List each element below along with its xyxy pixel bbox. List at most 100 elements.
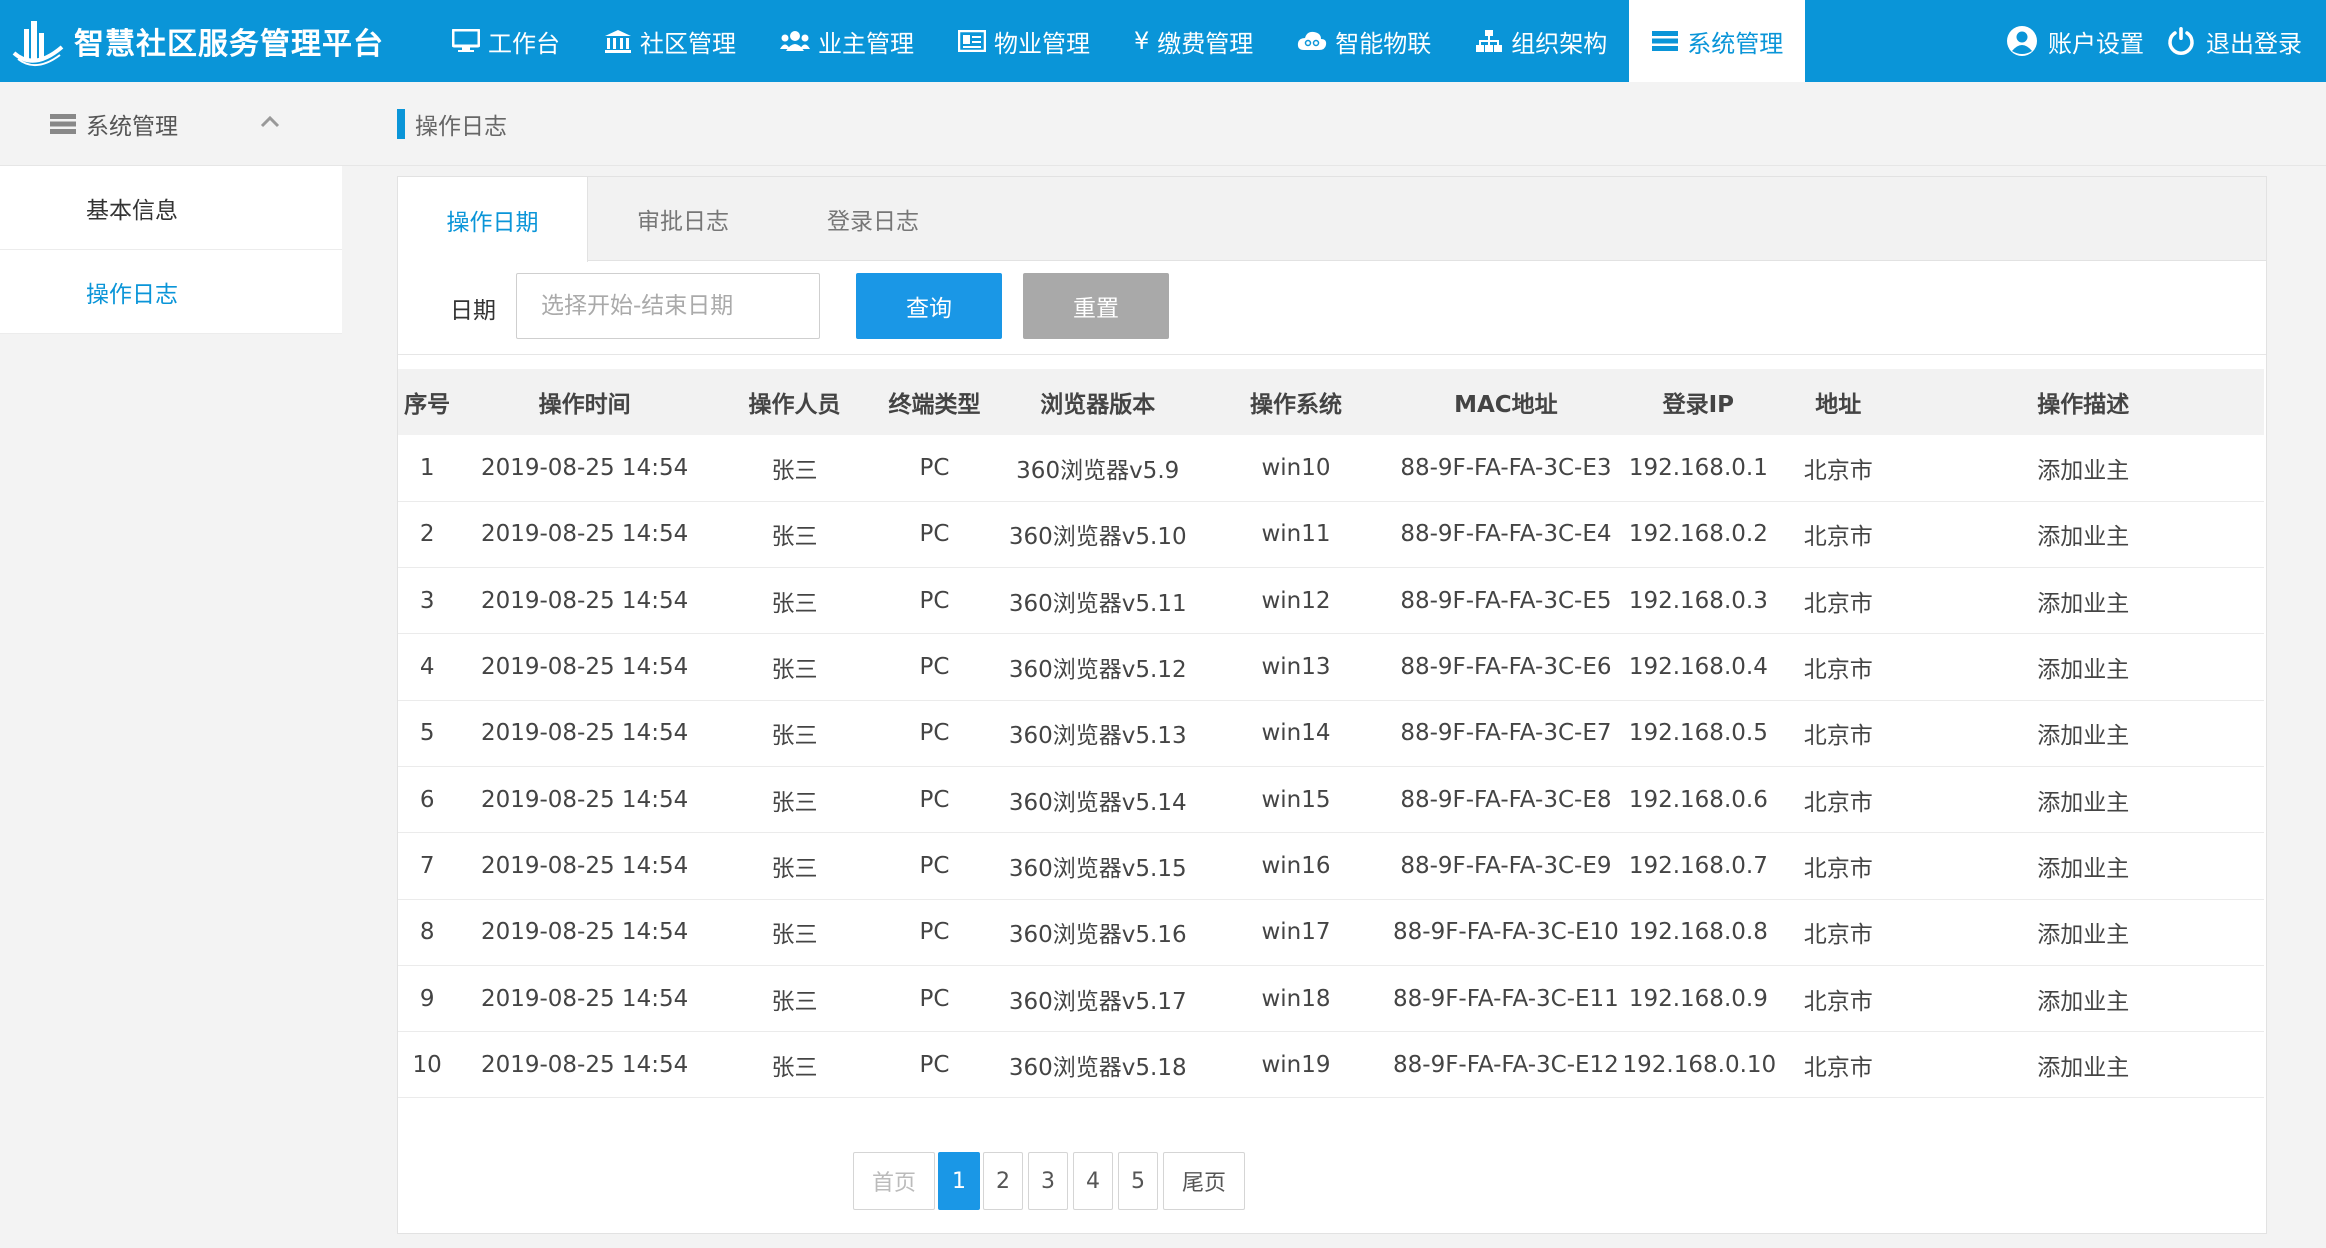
table-row: 5 2019-08-25 14:54 张三 PC 360浏览器v5.13 win14 88-…: [398, 700, 2264, 767]
date-range-input[interactable]: [516, 273, 820, 339]
sitemap-icon: [1475, 29, 1503, 53]
table-cell: PC: [876, 435, 993, 502]
table-cell: 添加业主: [1902, 899, 2264, 966]
yen-icon: ¥: [1134, 27, 1150, 55]
table-cell: win17: [1202, 899, 1390, 966]
table-cell: 88-9F-FA-FA-3C-E9: [1389, 832, 1623, 900]
table-cell: 88-9F-FA-FA-3C-E6: [1389, 633, 1623, 701]
table-cell: 88-9F-FA-FA-3C-E10: [1389, 899, 1623, 966]
page-button-1[interactable]: 1: [938, 1152, 980, 1210]
query-button[interactable]: 查询: [856, 273, 1002, 339]
table-cell: win11: [1202, 501, 1390, 569]
table-cell: 360浏览器v5.16: [992, 899, 1203, 966]
top-navbar: 智慧社区服务管理平台 工作台 社区管理 业主管理 物业管理 ¥ 缴费管理 智能物…: [0, 0, 2326, 82]
nav-label: 智能物联: [1335, 29, 1432, 58]
table-cell: 360浏览器v5.18: [992, 1031, 1203, 1099]
first-page-button[interactable]: 首页: [853, 1152, 935, 1210]
nav-item-community[interactable]: 社区管理: [582, 0, 758, 82]
nav-item-property[interactable]: 物业管理: [936, 0, 1112, 82]
table-cell: win16: [1202, 832, 1390, 900]
brand[interactable]: 智慧社区服务管理平台: [0, 0, 430, 82]
table-cell: 88-9F-FA-FA-3C-E5: [1389, 567, 1623, 635]
table-cell: win15: [1202, 766, 1390, 834]
table-cell: 北京市: [1774, 633, 1903, 701]
table-cell: 北京市: [1774, 766, 1903, 834]
logout-button[interactable]: 退出登录: [2166, 24, 2302, 59]
breadcrumb: 操作日志: [397, 82, 507, 166]
log-tabs: 操作日期 审批日志 登录日志: [398, 177, 2266, 262]
nav-item-iot[interactable]: 智能物联: [1275, 0, 1453, 82]
nav-item-organization[interactable]: 组织架构: [1453, 0, 1629, 82]
account-settings-button[interactable]: 账户设置: [2006, 24, 2144, 59]
table-header-row: 序号 操作时间 操作人员 终端类型 浏览器版本 操作系统 MAC地址 登录IP 地址 操作描述: [398, 369, 2264, 435]
sidebar-item-operation-log[interactable]: 操作日志: [0, 250, 342, 334]
user-circle-icon: [2007, 26, 2037, 56]
table-row: 7 2019-08-25 14:54 张三 PC 360浏览器v5.15 win16 88-…: [398, 832, 2264, 900]
table-cell: 192.168.0.4: [1622, 633, 1775, 701]
nav-label: 社区管理: [640, 29, 736, 58]
table-cell: 2019-08-25 14:54: [456, 501, 713, 569]
server-icon: [50, 114, 76, 134]
last-page-button[interactable]: 尾页: [1163, 1152, 1245, 1210]
table-cell: 4: [398, 633, 457, 701]
table-cell: 88-9F-FA-FA-3C-E7: [1389, 700, 1623, 767]
date-label: 日期: [450, 298, 496, 324]
table-cell: 1: [398, 435, 457, 502]
table-cell: PC: [876, 1031, 993, 1099]
sidebar-item-basic-info[interactable]: 基本信息: [0, 166, 342, 250]
tab-login-log[interactable]: 登录日志: [778, 177, 968, 261]
tab-approval-log[interactable]: 审批日志: [588, 177, 778, 261]
nav-item-system[interactable]: 系统管理: [1629, 0, 1806, 82]
table-cell: 张三: [712, 567, 877, 635]
table-cell: 添加业主: [1902, 1031, 2264, 1099]
chevron-up-icon[interactable]: [258, 110, 282, 134]
page-button-4[interactable]: 4: [1073, 1152, 1113, 1210]
column-header: 操作系统: [1249, 392, 1342, 418]
reset-button[interactable]: 重置: [1023, 273, 1169, 339]
nav-label: 业主管理: [818, 29, 914, 58]
table-cell: PC: [876, 501, 993, 569]
tab-operation-date[interactable]: 操作日期: [398, 177, 588, 262]
page-button-3[interactable]: 3: [1028, 1152, 1068, 1210]
column-header: 终端类型: [888, 392, 981, 418]
table-cell: 192.168.0.1: [1622, 435, 1775, 502]
table-cell: 添加业主: [1902, 501, 2264, 569]
page-button-2[interactable]: 2: [983, 1152, 1023, 1210]
table-cell: 张三: [712, 965, 877, 1033]
column-header: 操作人员: [748, 392, 841, 418]
main-nav: 工作台 社区管理 业主管理 物业管理 ¥ 缴费管理 智能物联 组织架构 系统管理: [430, 0, 1806, 82]
table-cell: 北京市: [1774, 899, 1903, 966]
table-cell: 88-9F-FA-FA-3C-E3: [1389, 435, 1623, 502]
building-icon: [604, 29, 632, 53]
nav-item-owners[interactable]: 业主管理: [758, 0, 936, 82]
breadcrumb-marker: [397, 109, 405, 139]
monitor-icon: [452, 29, 480, 53]
table-cell: win14: [1202, 700, 1390, 767]
sidebar-section-title[interactable]: 系统管理: [50, 82, 178, 166]
table-cell: 8: [398, 899, 457, 966]
sidebar-item-label: 基本信息: [86, 197, 178, 224]
page-button-5[interactable]: 5: [1118, 1152, 1158, 1210]
table-cell: 2019-08-25 14:54: [456, 899, 713, 966]
nav-item-workbench[interactable]: 工作台: [430, 0, 582, 82]
table-cell: win10: [1202, 435, 1390, 502]
header-actions: 账户设置 退出登录: [2006, 0, 2302, 82]
table-cell: 192.168.0.7: [1622, 832, 1775, 900]
table-cell: 张三: [712, 700, 877, 767]
table-cell: 张三: [712, 1031, 877, 1099]
nav-item-payment[interactable]: ¥ 缴费管理: [1112, 0, 1275, 82]
table-cell: 3: [398, 567, 457, 635]
nav-label: 物业管理: [994, 29, 1090, 58]
pagination: 首页 1 2 3 4 5 尾页: [398, 1152, 2266, 1212]
sidebar-item-label: 操作日志: [86, 281, 178, 308]
table-cell: 88-9F-FA-FA-3C-E8: [1389, 766, 1623, 834]
tab-label: 操作日期: [446, 209, 539, 236]
table-cell: 192.168.0.5: [1622, 700, 1775, 767]
city-logo-icon: [12, 21, 64, 66]
table-cell: 北京市: [1774, 501, 1903, 569]
table-cell: 360浏览器v5.12: [992, 633, 1203, 701]
table-cell: 10: [398, 1031, 457, 1099]
table-cell: 2019-08-25 14:54: [456, 633, 713, 701]
table-cell: PC: [876, 965, 993, 1033]
column-header: 操作描述: [2037, 392, 2130, 418]
